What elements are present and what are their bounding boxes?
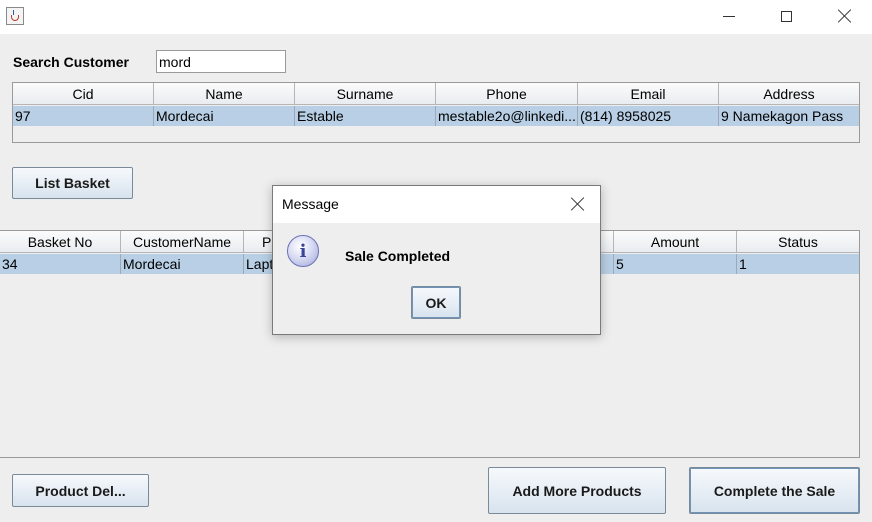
column-header-basket-no[interactable]: Basket No	[0, 231, 121, 253]
cell-cid[interactable]: 97	[13, 106, 154, 126]
search-input[interactable]	[156, 50, 286, 73]
cell-amount[interactable]: 5	[614, 254, 737, 274]
dialog-close-button[interactable]	[560, 190, 596, 218]
search-customer-label: Search Customer	[13, 54, 129, 70]
cell-basket-no[interactable]: 34	[0, 254, 121, 274]
product-delete-button[interactable]: Product Del...	[12, 474, 149, 507]
column-header-name[interactable]: Name	[154, 83, 295, 105]
close-icon	[838, 9, 852, 23]
cell-status[interactable]: 1	[737, 254, 859, 274]
information-icon: i	[287, 235, 319, 267]
table-row[interactable]: 97 Mordecai Estable mestable2o@linkedi..…	[13, 106, 859, 126]
cell-email[interactable]: (814) 8958025	[578, 106, 719, 126]
maximize-icon	[780, 10, 792, 22]
cell-name[interactable]: Mordecai	[154, 106, 295, 126]
close-button[interactable]	[822, 0, 868, 32]
dialog-message: Sale Completed	[345, 248, 451, 264]
add-more-products-button[interactable]: Add More Products	[488, 467, 666, 514]
cell-surname[interactable]: Estable	[295, 106, 436, 126]
customer-table: Cid Name Surname Phone Email Address 97 …	[12, 82, 860, 143]
minimize-icon	[723, 15, 735, 17]
complete-sale-button[interactable]: Complete the Sale	[689, 467, 860, 514]
column-header-email[interactable]: Email	[578, 83, 719, 105]
list-basket-button[interactable]: List Basket	[12, 167, 133, 199]
column-header-cid[interactable]: Cid	[13, 83, 154, 105]
maximize-button[interactable]	[763, 0, 809, 32]
minimize-button[interactable]	[706, 0, 752, 32]
message-dialog: Message i Sale Completed OK	[272, 185, 601, 335]
ok-button[interactable]: OK	[411, 286, 461, 319]
cell-customer-name[interactable]: Mordecai	[121, 254, 244, 274]
column-header-status[interactable]: Status	[737, 231, 859, 253]
customer-table-header: Cid Name Surname Phone Email Address	[13, 83, 859, 105]
title-bar	[0, 0, 872, 34]
cell-phone[interactable]: mestable2o@linkedi...	[436, 106, 578, 126]
cell-address[interactable]: 9 Namekagon Pass	[719, 106, 859, 126]
java-cup-icon	[6, 7, 24, 25]
dialog-title-bar: Message	[273, 186, 600, 223]
column-header-customer-name[interactable]: CustomerName	[121, 231, 244, 253]
column-header-amount[interactable]: Amount	[614, 231, 737, 253]
column-header-phone[interactable]: Phone	[436, 83, 578, 105]
dialog-title: Message	[282, 196, 339, 212]
column-header-address[interactable]: Address	[719, 83, 859, 105]
column-header-surname[interactable]: Surname	[295, 83, 436, 105]
close-icon	[571, 197, 585, 211]
